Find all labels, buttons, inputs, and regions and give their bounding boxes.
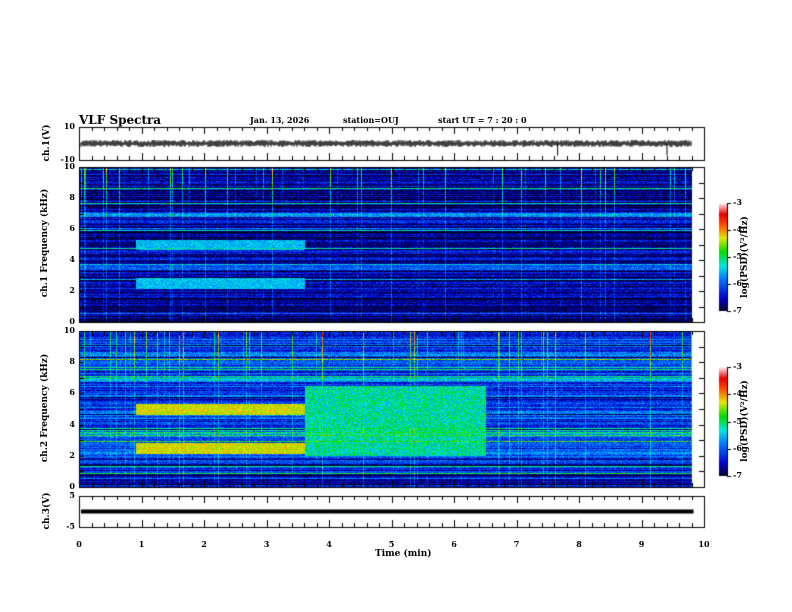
station-label: station=OUJ bbox=[343, 115, 399, 125]
freq-tick-label: 8 bbox=[69, 192, 75, 202]
x-tick-label: 5 bbox=[388, 539, 395, 549]
plot-title: VLF Spectra bbox=[79, 113, 162, 127]
x-tick-label: 6 bbox=[451, 539, 457, 549]
freq-tick-label: 8 bbox=[69, 356, 75, 367]
y-tick-label: -5 bbox=[66, 521, 75, 531]
x-tick-label: 8 bbox=[576, 539, 582, 549]
freq-tick-label: 0 bbox=[69, 481, 75, 491]
y-tick-label: 5 bbox=[69, 490, 75, 500]
freq-tick-label: 4 bbox=[69, 418, 75, 429]
colorbar-tick-label: -5 bbox=[733, 251, 742, 261]
colorbar-tick-label: -4 bbox=[733, 224, 742, 234]
x-tick-label: 2 bbox=[201, 539, 207, 549]
freq-tick-label: 4 bbox=[69, 254, 75, 264]
freq-tick-label: 10 bbox=[63, 325, 75, 335]
colorbar-tick-label: -6 bbox=[733, 278, 742, 288]
x-tick-label: 10 bbox=[698, 539, 710, 549]
colorbar-tick-label: -4 bbox=[733, 388, 742, 399]
ch2-freq-ylabel: ch.2 Frequency (kHz) bbox=[40, 353, 50, 463]
colorbar-tick-label: -7 bbox=[733, 305, 742, 315]
colorbar-tick-label: -7 bbox=[733, 470, 742, 480]
freq-tick-label: 6 bbox=[69, 387, 75, 398]
freq-tick-label: 2 bbox=[69, 285, 75, 295]
ch1-freq-ylabel: ch.1 Frequency (kHz) bbox=[40, 188, 50, 298]
start-time-label: start UT = 7 : 20 : 0 bbox=[438, 115, 527, 125]
x-tick-label: 1 bbox=[138, 539, 145, 549]
ch1-ylabel: ch.1(V) bbox=[42, 124, 52, 162]
x-axis-label: Time (min) bbox=[375, 549, 432, 559]
x-tick-label: 9 bbox=[638, 539, 645, 549]
colorbar-tick-label: -6 bbox=[733, 442, 742, 453]
x-tick-label: 7 bbox=[513, 539, 520, 549]
freq-tick-label: 2 bbox=[69, 449, 75, 460]
freq-tick-label: 6 bbox=[69, 223, 75, 233]
colorbar-tick-label: -3 bbox=[733, 361, 742, 371]
colorbar-tick-label: -5 bbox=[733, 415, 742, 426]
x-tick-label: 4 bbox=[326, 539, 332, 549]
spectra-plot-canvas bbox=[0, 0, 792, 612]
freq-tick-label: 10 bbox=[63, 161, 75, 171]
y-tick-label: 10 bbox=[63, 121, 75, 131]
ch3-ylabel: ch.3(V) bbox=[42, 492, 52, 530]
x-tick-label: 0 bbox=[76, 539, 82, 549]
date-label: Jan. 13, 2026 bbox=[250, 115, 310, 125]
x-tick-label: 3 bbox=[263, 539, 270, 549]
colorbar-tick-label: -3 bbox=[733, 197, 742, 207]
